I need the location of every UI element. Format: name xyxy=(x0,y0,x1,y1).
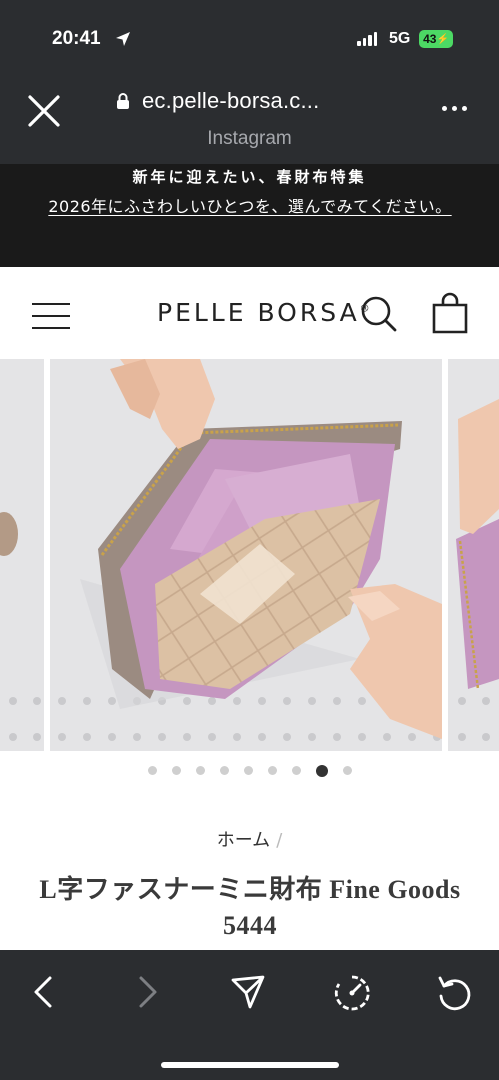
pagination-dot[interactable] xyxy=(243,766,253,775)
close-icon[interactable] xyxy=(27,94,61,128)
reload-icon[interactable] xyxy=(436,974,474,1016)
carousel-slide-current[interactable] xyxy=(50,359,442,751)
speed-gauge-icon[interactable] xyxy=(333,974,371,1016)
carousel-slide-prev[interactable] xyxy=(0,359,44,751)
browser-header: ec.pelle-borsa.c... Instagram xyxy=(0,80,499,164)
hamburger-menu-icon[interactable] xyxy=(32,303,70,329)
announcement-headline: 新年に迎えたい、春財布特集 xyxy=(132,168,367,186)
back-icon[interactable] xyxy=(30,974,58,1014)
pagination-dot[interactable] xyxy=(147,766,157,775)
breadcrumb-home-link[interactable]: ホーム xyxy=(217,830,270,851)
status-bar: 20:41 5G 43 ⚡ xyxy=(0,0,499,80)
url-text[interactable]: ec.pelle-borsa.c... xyxy=(142,88,319,114)
browser-toolbar xyxy=(0,950,499,1080)
home-indicator xyxy=(161,1062,339,1068)
announcement-banner: 新年に迎えたい、春財布特集 2026年にふさわしいひとつを、選んでみてください。 xyxy=(0,164,499,267)
breadcrumb-separator: / xyxy=(276,830,283,851)
cellular-signal-icon xyxy=(357,31,377,46)
pagination-dot[interactable] xyxy=(267,766,277,775)
forward-icon[interactable] xyxy=(133,974,161,1014)
pagination-dot-active[interactable] xyxy=(315,764,328,777)
breadcrumb: ホーム / xyxy=(0,826,499,852)
shopping-bag-icon[interactable] xyxy=(431,292,469,338)
product-image-carousel[interactable] xyxy=(0,359,499,751)
pagination-dot[interactable] xyxy=(291,766,301,775)
more-options-icon[interactable] xyxy=(442,106,467,111)
referrer-label: Instagram xyxy=(207,128,292,149)
pagination-dot[interactable] xyxy=(171,766,181,775)
product-title: L字ファスナーミニ財布 Fine Goods 5444 xyxy=(39,875,461,940)
battery-icon: 43 ⚡ xyxy=(419,30,453,48)
carousel-slide-next[interactable] xyxy=(448,359,499,751)
site-header: PELLE BORSA® xyxy=(0,267,499,359)
pagination-dot[interactable] xyxy=(342,766,352,775)
brand-logo[interactable]: PELLE BORSA® xyxy=(157,298,370,327)
search-icon[interactable] xyxy=(360,295,398,337)
location-arrow-icon xyxy=(115,31,131,51)
logo-text: PELLE BORSA xyxy=(157,298,360,327)
share-icon[interactable] xyxy=(230,974,266,1014)
lock-icon xyxy=(116,92,130,114)
pagination-dot[interactable] xyxy=(219,766,229,775)
status-time: 20:41 xyxy=(52,28,101,49)
announcement-link[interactable]: 2026年にふさわしいひとつを、選んでみてください。 xyxy=(30,192,470,222)
battery-level: 43 xyxy=(423,32,437,46)
pagination-dot[interactable] xyxy=(195,766,205,775)
carousel-pagination xyxy=(0,764,499,777)
network-type: 5G xyxy=(389,30,411,47)
